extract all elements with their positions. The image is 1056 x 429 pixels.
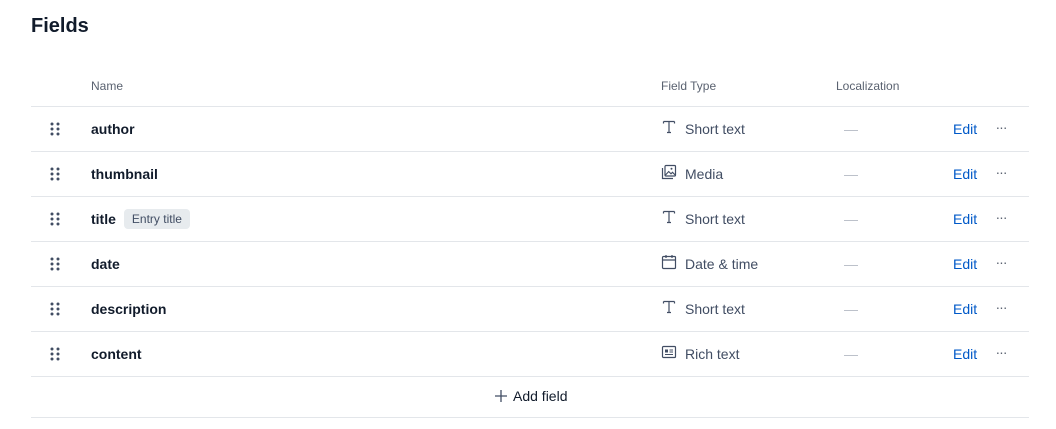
column-header-field-type: Field Type (661, 79, 717, 93)
entry-title-badge: Entry title (123, 209, 190, 229)
media-icon (661, 164, 677, 179)
field-type-label: Rich text (685, 346, 740, 362)
more-actions-button[interactable]: ··· (993, 344, 1009, 362)
edit-button[interactable]: Edit (953, 301, 977, 317)
more-actions-button[interactable]: ··· (993, 164, 1009, 182)
more-actions-button[interactable]: ··· (993, 254, 1009, 272)
localization-value: — (844, 211, 858, 227)
add-field-button[interactable]: Add field (494, 388, 567, 404)
field-type-label: Short text (685, 211, 745, 227)
table-row: thumbnail Media — Edit ··· (31, 152, 1029, 197)
localization-value: — (844, 301, 858, 317)
localization-value: — (844, 256, 858, 272)
column-header-localization: Localization (836, 79, 900, 93)
field-name: date (91, 256, 120, 272)
field-type-cell: Short text (661, 300, 745, 317)
field-name-cell: content (91, 346, 142, 362)
edit-button[interactable]: Edit (953, 346, 977, 362)
table-row: description Short text — Edit ··· (31, 287, 1029, 332)
table-header: Name Field Type Localization (31, 64, 1029, 107)
calendar-icon (661, 254, 677, 269)
field-name-cell: date (91, 256, 120, 272)
edit-button[interactable]: Edit (953, 166, 977, 182)
table-row: author Short text — Edit ··· (31, 107, 1029, 152)
column-header-name: Name (91, 79, 124, 93)
drag-handle-icon[interactable] (50, 257, 60, 273)
drag-handle-icon[interactable] (50, 122, 60, 138)
edit-button[interactable]: Edit (953, 256, 977, 272)
drag-handle-icon[interactable] (50, 347, 60, 363)
field-type-label: Short text (685, 121, 745, 137)
field-name: author (91, 121, 135, 137)
field-type-cell: Rich text (661, 345, 740, 362)
text-icon (662, 210, 676, 223)
more-actions-button[interactable]: ··· (993, 299, 1009, 317)
field-type-cell: Short text (661, 120, 745, 137)
field-type-label: Short text (685, 301, 745, 317)
page-title: Fields (31, 15, 89, 37)
text-icon (662, 300, 676, 313)
field-type-label: Date & time (685, 256, 759, 272)
localization-value: — (844, 346, 858, 362)
more-actions-button[interactable]: ··· (993, 119, 1009, 137)
field-name-cell: thumbnail (91, 166, 158, 182)
field-name: description (91, 301, 167, 317)
drag-handle-icon[interactable] (50, 167, 60, 183)
rich-text-icon (661, 345, 677, 358)
field-name-cell: title Entry title (91, 209, 190, 229)
drag-handle-icon[interactable] (50, 302, 60, 318)
field-name: content (91, 346, 142, 362)
field-type-cell: Short text (661, 210, 745, 227)
field-type-label: Media (685, 166, 724, 182)
field-name: thumbnail (91, 166, 158, 182)
drag-handle-icon[interactable] (50, 212, 60, 228)
add-field-label: Add field (513, 388, 568, 404)
field-name-cell: author (91, 121, 135, 137)
edit-button[interactable]: Edit (953, 121, 977, 137)
field-name: title (91, 211, 116, 227)
plus-icon (495, 390, 507, 402)
more-actions-button[interactable]: ··· (993, 209, 1009, 227)
text-icon (662, 120, 676, 133)
table-row: title Entry title Short text — Edit ··· (31, 197, 1029, 242)
table-row: content Rich text — Edit ··· (31, 332, 1029, 377)
localization-value: — (844, 166, 858, 182)
field-type-cell: Media (661, 164, 724, 182)
edit-button[interactable]: Edit (953, 211, 977, 227)
field-type-cell: Date & time (661, 254, 759, 272)
table-row: date Date & time — Edit ··· (31, 242, 1029, 287)
field-name-cell: description (91, 301, 166, 317)
localization-value: — (844, 121, 858, 137)
fields-table: Name Field Type Localization author Shor… (31, 64, 1029, 418)
add-field-row: Add field (31, 377, 1029, 418)
